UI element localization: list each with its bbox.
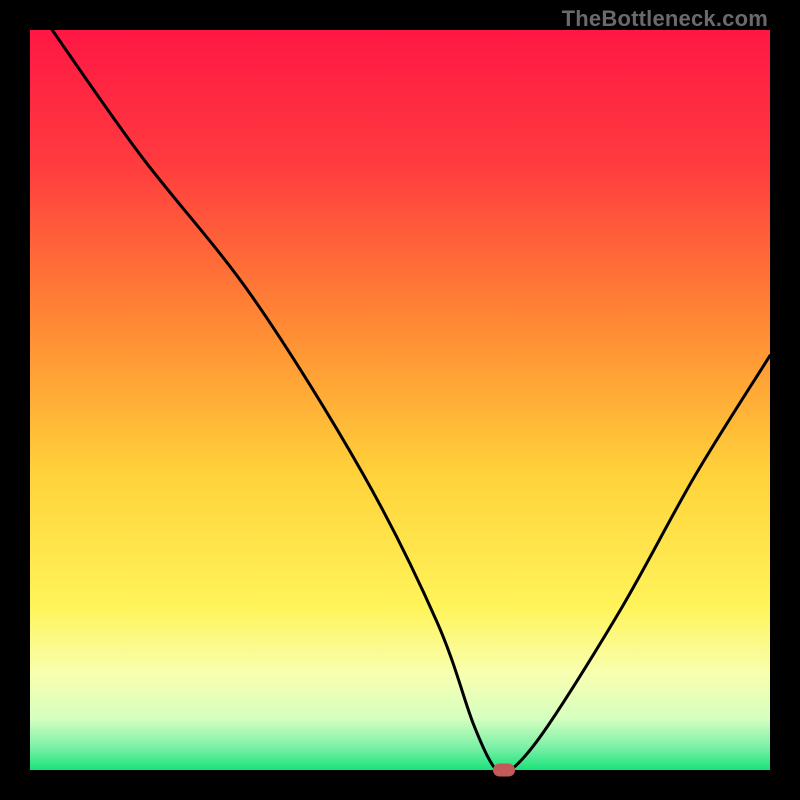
chart-frame: TheBottleneck.com (0, 0, 800, 800)
optimal-point-marker (493, 764, 515, 777)
bottleneck-curve (30, 30, 770, 770)
watermark-text: TheBottleneck.com (562, 6, 768, 32)
plot-area (30, 30, 770, 770)
